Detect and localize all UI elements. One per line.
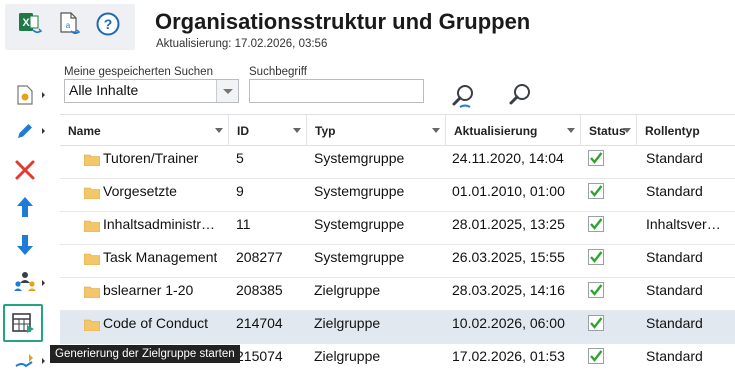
folder-icon	[84, 154, 100, 166]
cell-name: Code of Conduct	[103, 315, 209, 331]
edit-icon[interactable]	[8, 116, 42, 146]
cell-typ: Systemgruppe	[314, 183, 405, 199]
cell-id: 208277	[236, 249, 283, 265]
cell-rollentyp: Standard	[646, 282, 703, 298]
column-menu-icon[interactable]	[623, 128, 631, 133]
cell-typ: Zielgruppe	[314, 282, 381, 298]
column-menu-icon[interactable]	[293, 128, 301, 133]
table-row[interactable]: Vorgesetzte 9 Systemgruppe 01.01.2010, 0…	[60, 179, 735, 212]
column-header-typ[interactable]: Typ	[307, 115, 446, 146]
cell-typ: Zielgruppe	[314, 315, 381, 331]
cell-rollentyp: Standard	[646, 183, 703, 199]
cell-name: Task Management	[103, 249, 218, 265]
status-check-icon	[588, 216, 604, 232]
search-term-label: Suchbegriff	[249, 66, 307, 78]
document-export-icon[interactable]: a	[55, 10, 83, 38]
column-menu-icon[interactable]	[432, 128, 440, 133]
table-row[interactable]: Tutoren/Trainer 5 Systemgruppe 24.11.202…	[60, 146, 735, 179]
column-header-aktualisierung[interactable]: Aktualisierung	[446, 115, 581, 146]
search-term-input[interactable]	[249, 79, 424, 103]
assign-icon[interactable]	[8, 346, 42, 375]
move-down-icon[interactable]	[8, 230, 42, 260]
new-item-caret-icon[interactable]	[42, 92, 45, 98]
column-menu-icon[interactable]	[215, 128, 223, 133]
cell-id: 208385	[236, 282, 283, 298]
page-title: Organisationsstruktur und Gruppen	[155, 9, 531, 34]
cell-name: Tutoren/Trainer	[103, 150, 199, 166]
svg-text:X: X	[22, 17, 30, 29]
cell-name: bslearner 1-20	[103, 282, 194, 298]
status-check-icon	[588, 249, 604, 265]
table-row[interactable]: Inhaltsadministr… 11 Systemgruppe 28.01.…	[60, 212, 735, 245]
table-row-selected[interactable]: Code of Conduct 214704 Zielgruppe 10.02.…	[60, 311, 735, 344]
last-update-text: Aktualisierung: 17.02.2026, 03:56	[156, 38, 328, 50]
cell-typ: Zielgruppe	[314, 348, 381, 364]
group-members-icon[interactable]	[8, 266, 42, 296]
saved-search-value: Alle Inhalte	[69, 82, 139, 98]
column-header-id[interactable]: ID	[229, 115, 307, 146]
cell-aktualisierung: 26.03.2025, 15:55	[452, 249, 565, 265]
excel-export-icon[interactable]: X	[16, 10, 44, 38]
folder-icon	[84, 187, 100, 199]
folder-icon	[84, 286, 100, 298]
status-check-icon	[588, 282, 604, 298]
column-header-name[interactable]: Name	[60, 115, 229, 146]
cell-aktualisierung: 01.01.2010, 01:00	[452, 183, 565, 199]
svg-text:a: a	[66, 21, 71, 30]
svg-text:?: ?	[104, 16, 113, 32]
search-reset-icon[interactable]	[450, 82, 478, 110]
table-header: Name ID Typ Aktualisierung Status Rollen…	[60, 114, 735, 146]
saved-search-select[interactable]: Alle Inhalte	[64, 79, 239, 103]
cell-name: Vorgesetzte	[103, 183, 177, 199]
cell-aktualisierung: 28.01.2025, 13:25	[452, 216, 565, 232]
column-header-rollentyp[interactable]: Rollentyp	[637, 115, 735, 146]
search-icon[interactable]	[508, 82, 534, 108]
folder-icon	[84, 319, 100, 331]
folder-icon	[84, 253, 100, 265]
cell-rollentyp: Standard	[646, 150, 703, 166]
assign-caret-icon[interactable]	[42, 358, 45, 364]
cell-rollentyp: Standard	[646, 315, 703, 331]
new-item-icon[interactable]	[8, 80, 42, 110]
app-root: { "header": { "title": "Organisationsstr…	[0, 0, 735, 375]
saved-search-label: Meine gespeicherten Suchen	[64, 66, 213, 78]
group-members-caret-icon[interactable]	[42, 280, 45, 286]
column-header-status[interactable]: Status	[581, 115, 637, 146]
table-body: Tutoren/Trainer 5 Systemgruppe 24.11.202…	[60, 146, 735, 375]
cell-rollentyp: Inhaltsver…	[646, 216, 721, 232]
cell-id: 215074	[236, 348, 283, 364]
status-check-icon	[588, 150, 604, 166]
cell-id: 214704	[236, 315, 283, 331]
delete-icon[interactable]	[8, 155, 42, 185]
table-row[interactable]: Task Management 208277 Systemgruppe 26.0…	[60, 245, 735, 278]
cell-aktualisierung: 24.11.2020, 14:04	[452, 150, 564, 166]
table-generate-icon[interactable]	[6, 308, 40, 338]
status-check-icon	[588, 183, 604, 199]
tooltip: Generierung der Zielgruppe starten	[50, 345, 240, 363]
cell-aktualisierung: 10.02.2026, 06:00	[452, 315, 565, 331]
cell-rollentyp: Standard	[646, 348, 703, 364]
cell-typ: Systemgruppe	[314, 150, 405, 166]
folder-icon	[84, 220, 100, 232]
column-menu-icon[interactable]	[567, 128, 575, 133]
cell-rollentyp: Standard	[646, 249, 703, 265]
dropdown-arrow-icon[interactable]	[216, 80, 238, 102]
cell-typ: Systemgruppe	[314, 216, 405, 232]
cell-aktualisierung: 28.03.2025, 14:16	[452, 282, 565, 298]
cell-id: 9	[236, 183, 244, 199]
status-check-icon	[588, 315, 604, 331]
table-row[interactable]: bslearner 1-20 208385 Zielgruppe 28.03.2…	[60, 278, 735, 311]
move-up-icon[interactable]	[8, 192, 42, 222]
edit-caret-icon[interactable]	[42, 128, 45, 134]
status-check-icon	[588, 348, 604, 364]
cell-id: 11	[236, 216, 251, 232]
help-icon[interactable]: ?	[94, 10, 122, 38]
cell-name: Inhaltsadministr…	[103, 216, 216, 232]
cell-id: 5	[236, 150, 244, 166]
cell-typ: Systemgruppe	[314, 249, 405, 265]
cell-aktualisierung: 17.02.2026, 01:53	[452, 348, 565, 364]
